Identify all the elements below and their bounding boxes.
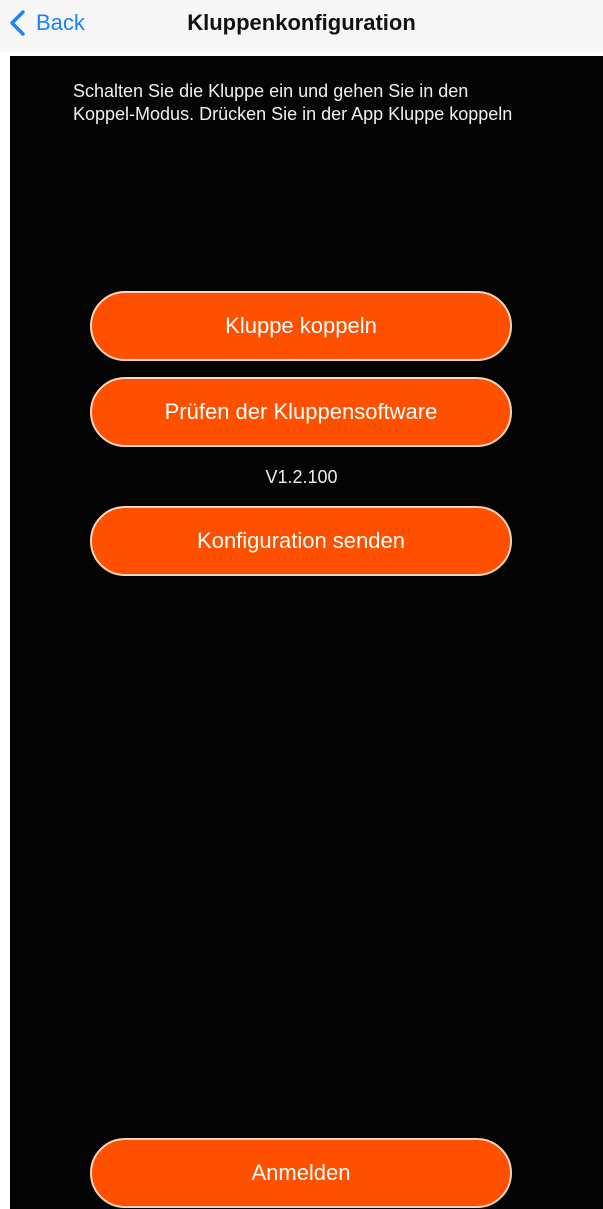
check-software-button[interactable]: Prüfen der Kluppensoftware — [90, 377, 512, 447]
content-area — [10, 56, 603, 1209]
login-button[interactable]: Anmelden — [90, 1138, 512, 1208]
navigation-bar: Back Kluppenkonfiguration — [0, 0, 603, 52]
send-configuration-button[interactable]: Konfiguration senden — [90, 506, 512, 576]
screen: Back Kluppenkonfiguration Schalten Sie d… — [0, 0, 603, 1209]
instructions-text: Schalten Sie die Kluppe ein und gehen Si… — [73, 81, 513, 124]
pair-clamp-button[interactable]: Kluppe koppeln — [90, 291, 512, 361]
page-title: Kluppenkonfiguration — [187, 10, 416, 35]
software-version: V1.2.100 — [265, 467, 338, 487]
